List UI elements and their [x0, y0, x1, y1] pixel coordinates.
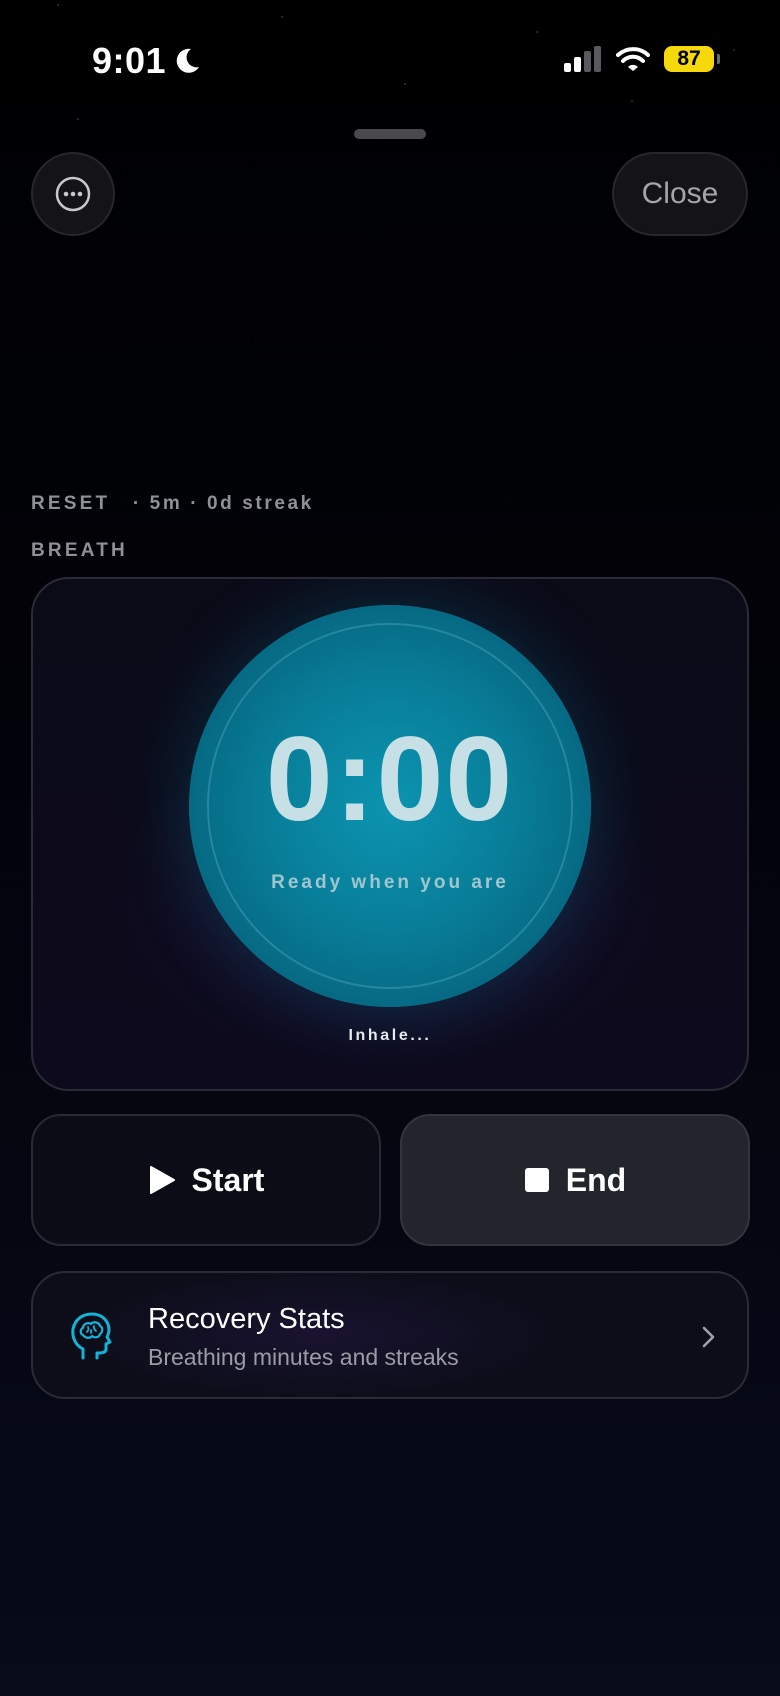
timer-display: 0:00 — [265, 712, 515, 846]
background-star — [281, 16, 283, 18]
background-star — [57, 4, 59, 6]
stop-icon — [524, 1168, 549, 1192]
session-title: RESET — [31, 493, 111, 514]
background-star — [404, 83, 406, 85]
status-time-text: 9:01 — [92, 40, 167, 81]
wifi-icon — [616, 47, 650, 71]
status-time: 9:01 — [92, 40, 202, 82]
background-star — [631, 100, 633, 102]
recovery-stats-title: Recovery Stats — [148, 1303, 345, 1335]
start-button-label: Start — [191, 1161, 265, 1198]
breath-phase-label: Inhale... — [348, 1027, 432, 1044]
end-button-label: End — [565, 1161, 627, 1198]
background-star — [77, 118, 79, 120]
end-button[interactable]: End — [400, 1114, 750, 1246]
session-meta: · 5m · 0d streak — [132, 493, 314, 514]
recovery-stats-row[interactable]: Recovery Stats Breathing minutes and str… — [31, 1271, 749, 1399]
breath-card: 0:00 Ready when you are Inhale... — [31, 577, 749, 1091]
recovery-stats-subtitle: Breathing minutes and streaks — [148, 1344, 459, 1370]
background-star — [733, 49, 735, 51]
moon-icon — [176, 48, 200, 73]
session-header: RESET · 5m · 0d streak — [31, 493, 314, 515]
ellipsis-circle-icon — [55, 176, 91, 212]
status-indicators: 87 — [564, 46, 720, 72]
more-options-button[interactable] — [31, 152, 115, 236]
breath-section-label: BREATH — [31, 540, 128, 561]
battery-indicator: 87 — [664, 46, 720, 72]
play-icon — [149, 1166, 175, 1194]
start-button[interactable]: Start — [31, 1114, 381, 1246]
brain-head-icon — [71, 1312, 112, 1360]
breath-orb: 0:00 Ready when you are — [189, 605, 591, 1007]
background-star — [536, 31, 538, 33]
cellular-signal-icon — [564, 46, 601, 72]
chevron-right-icon — [702, 1326, 715, 1348]
close-button[interactable]: Close — [612, 152, 748, 236]
timer-subtitle: Ready when you are — [271, 872, 509, 893]
sheet-grabber[interactable] — [354, 129, 426, 139]
